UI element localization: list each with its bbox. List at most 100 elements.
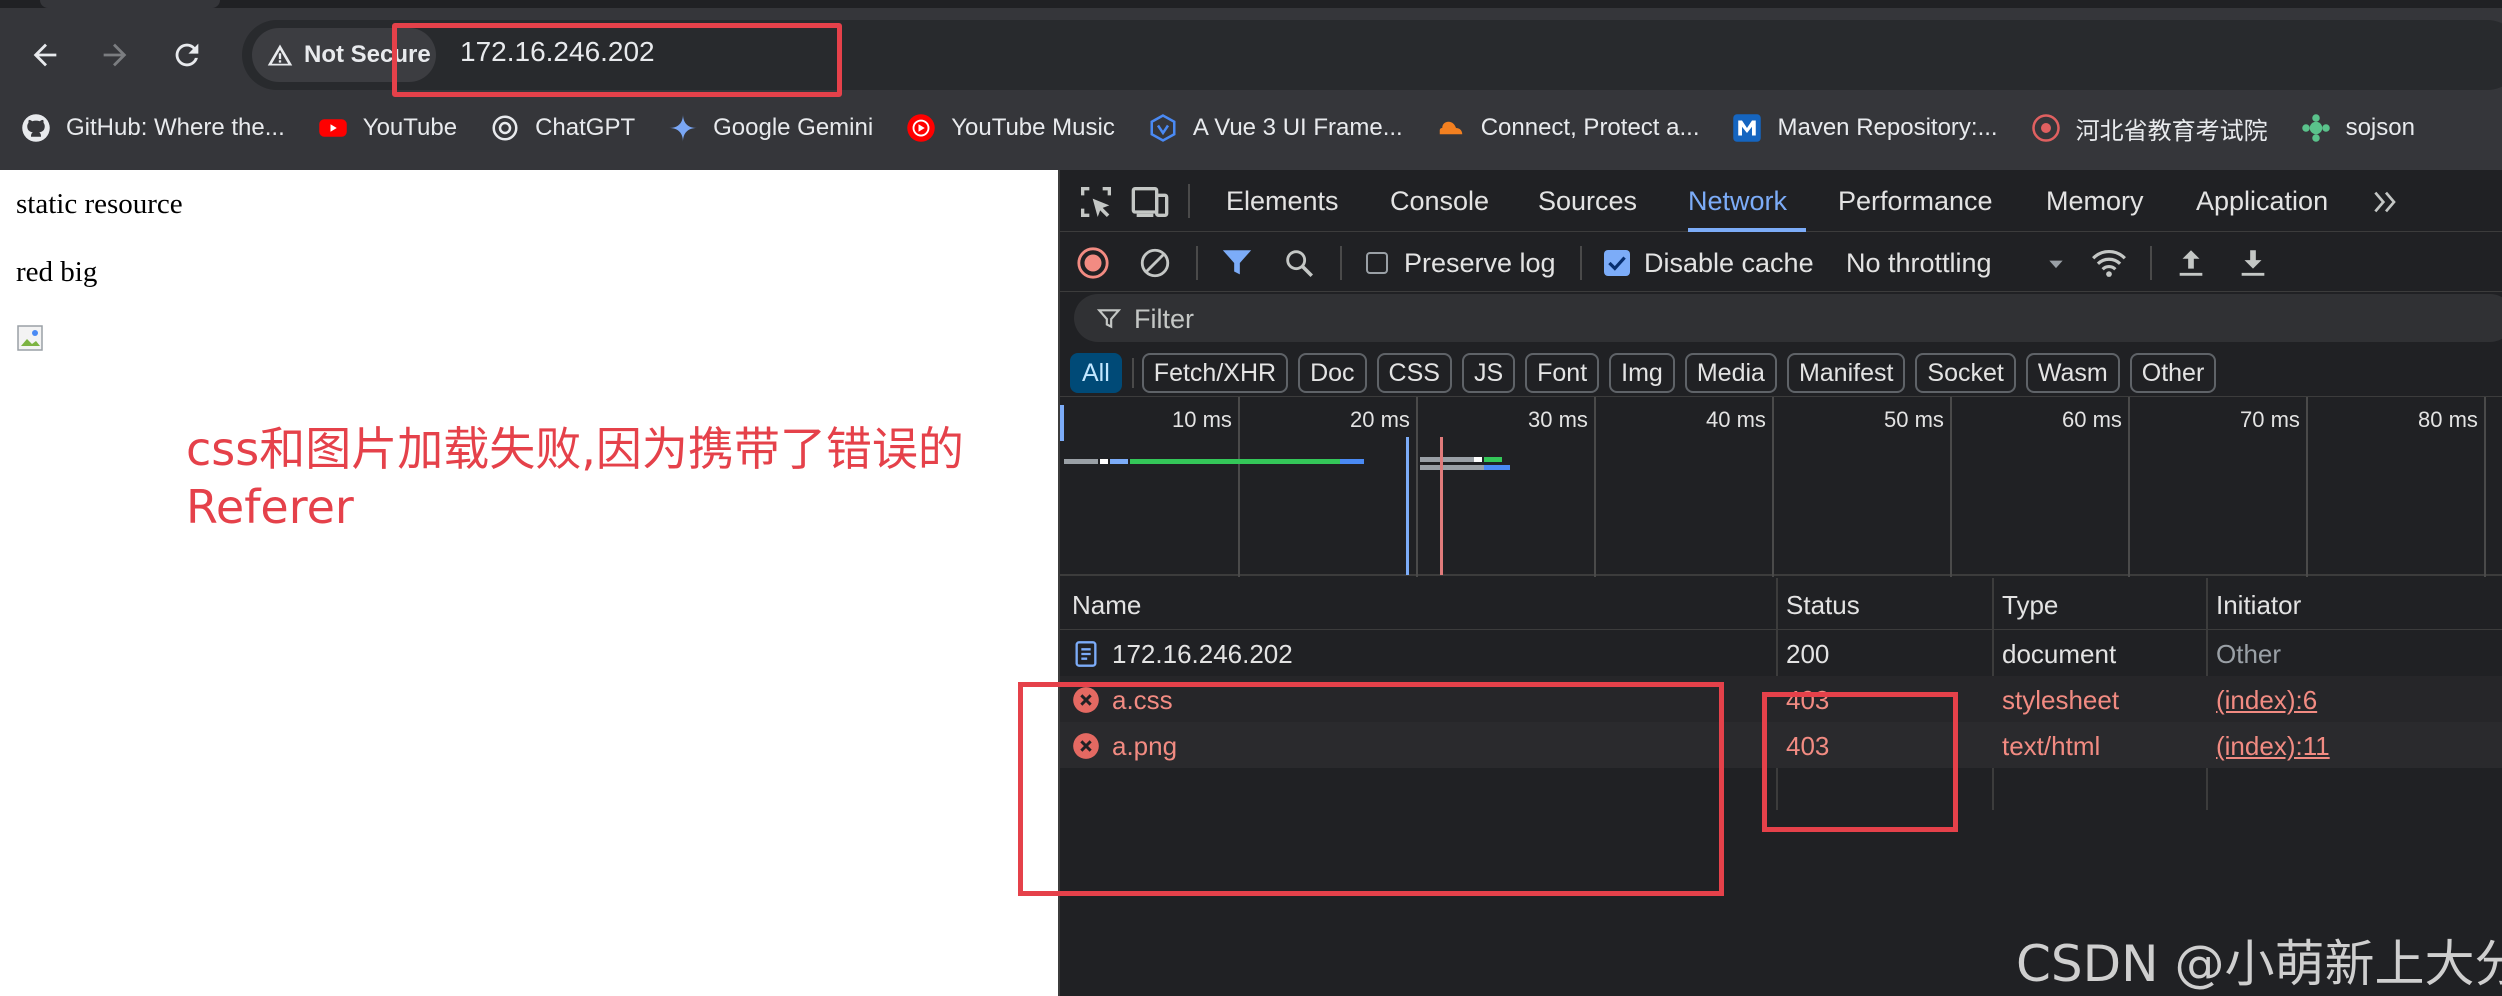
tab-strip [0,0,2502,8]
requests-table-header: Name Status Type Initiator [1060,578,2502,630]
network-conditions-icon[interactable] [2090,244,2128,282]
timeline-gridline [1416,397,1418,577]
device-toolbar-icon[interactable] [1130,182,1170,222]
warning-triangle-icon [267,44,293,66]
maven-icon [1731,112,1763,144]
throttling-select[interactable]: No throttling [1846,248,1992,279]
timeline-bar-content [1484,465,1510,470]
bookmark-chatgpt[interactable]: ChatGPT [489,112,635,144]
arrow-left-icon [33,43,57,67]
import-upload-icon[interactable] [2174,246,2208,280]
timeline-bar-queue [1474,457,1482,462]
table-row[interactable]: 172.16.246.202 200 document Other [1060,630,2502,676]
gemini-icon [667,112,699,144]
type-filter-socket[interactable]: Socket [1915,353,2016,393]
resource-type-filters: All Fetch/XHR Doc CSS JS Font Img Media … [1070,350,2226,396]
type-filter-css[interactable]: CSS [1376,353,1452,393]
youtube-music-icon [905,112,937,144]
type-filter-media[interactable]: Media [1684,353,1777,393]
type-filter-doc[interactable]: Doc [1298,353,1367,393]
page-paragraph: static resource [16,188,183,220]
filter-funnel-icon[interactable] [1220,246,1254,280]
hebei-exam-icon [2030,112,2062,144]
dropdown-arrow-icon[interactable] [2046,254,2066,274]
timeline-bar-ttfb [1484,457,1502,462]
timeline-bar-download [1110,459,1128,464]
inspect-element-icon[interactable] [1076,182,1116,222]
bookmark-gemini[interactable]: Google Gemini [667,112,873,144]
tab-performance[interactable]: Performance [1838,186,1993,217]
tab-application[interactable]: Application [2196,186,2328,217]
timeline-bar-queue [1100,459,1108,464]
column-header-type[interactable]: Type [2002,590,2058,621]
network-overview-timeline[interactable]: 10 ms 20 ms 30 ms 40 ms 50 ms 60 ms 70 m… [1060,396,2502,577]
timeline-tick-label: 40 ms [1706,407,1766,432]
watermark: CSDN @小萌新上大分 [2016,935,2502,993]
bookmark-hebei-exam[interactable]: 河北省教育考试院 [2030,111,2268,146]
type-filter-img[interactable]: Img [1609,353,1675,393]
timeline-bar-ttfb [1130,459,1340,464]
type-filter-wasm[interactable]: Wasm [2025,353,2120,393]
reload-icon [175,43,199,67]
annotation-text: css和图片加载失败,因为携带了错误的Referer [186,422,964,534]
cloudflare-icon [1435,112,1467,144]
dom-content-loaded-marker [1406,437,1409,575]
bookmark-vue-ui[interactable]: A Vue 3 UI Frame... [1147,112,1403,144]
type-filter-other[interactable]: Other [2129,353,2217,393]
failed-status-annotation-box [1762,692,1958,832]
forward-button[interactable] [90,30,140,80]
type-filter-font[interactable]: Font [1525,353,1600,393]
tab-console[interactable]: Console [1390,186,1489,217]
toolbar-separator [2150,246,2152,280]
browser-chrome: Not Secure 172.16.246.202 GitHub: Where … [0,0,2502,170]
type-filter-manifest[interactable]: Manifest [1786,353,1906,393]
bookmark-sojson[interactable]: sojson [2300,112,2415,144]
disable-cache-checkbox[interactable] [1604,250,1630,276]
bookmark-github[interactable]: GitHub: Where the... [20,112,285,144]
timeline-gridline [1950,397,1952,577]
stop-recording-icon[interactable] [1076,246,1110,280]
back-button[interactable] [20,30,70,80]
bookmark-cloudflare[interactable]: Connect, Protect a... [1435,112,1699,144]
preserve-log-checkbox[interactable] [1366,252,1388,274]
bookmark-youtube[interactable]: YouTube [317,112,457,144]
active-tab[interactable] [40,0,220,8]
timeline-gridline [2484,397,2486,577]
vue-ui-icon [1147,112,1179,144]
request-type: document [2002,639,2117,669]
search-icon[interactable] [1282,246,1316,280]
chatgpt-icon [489,112,521,144]
reload-button[interactable] [162,30,212,80]
column-header-initiator[interactable]: Initiator [2216,590,2301,621]
type-filter-all[interactable]: All [1070,353,1122,393]
filter-input[interactable] [1074,294,2502,342]
tab-memory[interactable]: Memory [2046,186,2144,217]
type-filter-fetch-xhr[interactable]: Fetch/XHR [1141,353,1289,393]
request-initiator-link[interactable]: (index):6 [2216,685,2317,716]
timeline-gridline [2306,397,2308,577]
timeline-gridline [1238,397,1240,577]
bookmark-maven[interactable]: Maven Repository:... [1731,112,1998,144]
checkmark-icon [1608,256,1626,271]
tab-sources[interactable]: Sources [1538,186,1637,217]
document-icon [1075,641,1097,667]
chip-separator [1132,358,1134,388]
timeline-tick-label: 50 ms [1884,407,1944,432]
timeline-tick-label: 20 ms [1350,407,1410,432]
export-download-icon[interactable] [2236,246,2270,280]
column-header-status[interactable]: Status [1786,590,1860,621]
timeline-start-marker [1060,405,1064,441]
url-annotation-box [392,23,842,97]
type-filter-js[interactable]: JS [1461,353,1516,393]
tab-elements[interactable]: Elements [1226,186,1339,217]
github-icon [20,112,52,144]
clear-icon[interactable] [1138,246,1172,280]
tab-network[interactable]: Network [1688,186,1787,217]
column-header-name[interactable]: Name [1072,590,1141,621]
request-initiator-link[interactable]: (index):11 [2216,731,2330,762]
bookmark-youtube-music[interactable]: YouTube Music [905,112,1115,144]
more-tabs-chevron-icon[interactable] [2370,186,2402,218]
timeline-gridline [2128,397,2130,577]
timeline-tick-label: 60 ms [2062,407,2122,432]
load-event-marker [1440,437,1443,575]
